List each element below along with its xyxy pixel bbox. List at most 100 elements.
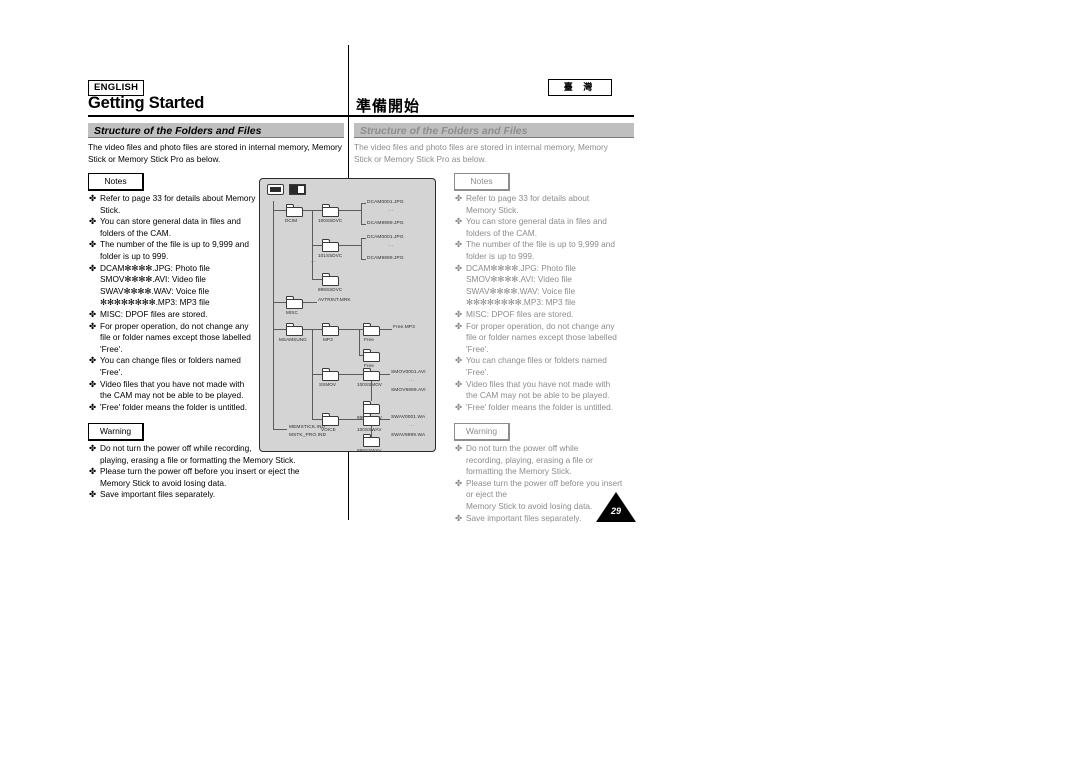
bullet-marker-icon: ✤ <box>455 443 463 453</box>
file-dcam-last-b: DCAM9999.JPG <box>367 256 404 261</box>
notes-label-left: Notes <box>88 173 144 191</box>
bullet-text-line: SWAV✻✻✻✻.WAV: Voice file <box>466 285 576 296</box>
bullet-text: Video files that you have not made with t… <box>100 379 265 402</box>
file-memstick-ind: MEMSTICK.IND <box>289 425 326 430</box>
folder-free-2 <box>363 349 380 362</box>
bullet-text: 'Free' folder means the folder is untitl… <box>466 402 631 414</box>
bullet-text-line: Memory Stick. <box>466 204 519 215</box>
bullet-text-line: You can store general data in files and <box>466 216 607 227</box>
bullet-text-line: recording, playing, erasing a file or <box>466 454 593 465</box>
bullet-text: Refer to page 33 for details about Memor… <box>100 193 265 216</box>
bullet-text: 'Free' folder means the folder is untitl… <box>100 402 265 414</box>
bullet-item: ✤ MISC: DPOF files are stored. <box>89 309 265 321</box>
folder-msamsung <box>286 323 303 336</box>
bullet-text-line: SMOV✻✻✻✻.AVI: Video file <box>100 274 206 285</box>
tree-line <box>303 302 317 303</box>
ellipsis-vertical: ⋮ <box>387 208 393 213</box>
tree-line <box>312 329 322 330</box>
bullet-marker-icon: ✤ <box>89 466 97 477</box>
bullet-text-line: The number of the file is up to 9,999 an… <box>466 239 615 250</box>
folder-999ssdvc <box>322 273 339 286</box>
bullet-item: ✤ You can store general data in files and… <box>89 216 265 239</box>
file-dcam-first-a: DCAM0001.JPG <box>367 200 404 205</box>
bullet-text-line: folder is up to 999. <box>466 250 535 261</box>
bullet-text-line: the CAM may not be able to be played. <box>100 390 244 401</box>
bullet-text-line: Video files that you have not made with <box>466 378 611 389</box>
tree-line <box>273 429 287 430</box>
file-dcam-last-a: DCAM9999.JPG <box>367 221 404 226</box>
bullet-text: The number of the file is up to 9,999 an… <box>466 239 631 262</box>
folder-label-misc: MISC <box>286 310 298 315</box>
bullet-text: For proper operation, do not change any f… <box>466 321 631 356</box>
bullet-item: ✤ You can change files or folders named 'F… <box>455 355 631 378</box>
bullet-marker-icon: ✤ <box>89 320 97 331</box>
bullet-text-line: folders of the CAM. <box>466 227 538 238</box>
tree-line <box>312 419 322 420</box>
file-smov-first: SMOV0001.AVI <box>391 370 426 375</box>
bullet-text-line: 'Free' folder means the folder is untitl… <box>100 401 248 412</box>
file-swav-first: SWAV0001.WA <box>391 415 426 420</box>
bullet-text-line: 'Free' folder means the folder is untitl… <box>466 401 614 412</box>
tree-line <box>361 259 366 260</box>
ellipsis-vertical: ⋮ <box>408 423 414 428</box>
intro-paragraph-right: The video files and photo files are stor… <box>354 142 608 164</box>
bullet-item: ✤ The number of the file is up to 9,999 a… <box>455 239 631 262</box>
bullet-text-line: The number of the file is up to 9,999 an… <box>100 239 249 250</box>
ellipsis-vertical: ⋮ <box>408 378 414 383</box>
bullet-text: You can store general data in files and f… <box>466 216 631 239</box>
file-smov-last: SMOV9999.AVI <box>391 388 426 393</box>
bullet-item: ✤ Refer to page 33 for details about Memor… <box>455 193 631 216</box>
bullet-marker-icon: ✤ <box>455 401 463 412</box>
bullet-text-line: DCAM✻✻✻✻.JPG: Photo file <box>100 262 210 273</box>
bullet-text-line: 'Free'. <box>466 366 489 377</box>
bullet-text-line: Do not turn the power off while <box>466 443 579 453</box>
bullet-text: Video files that you have not made with t… <box>466 379 631 402</box>
notes-list-right: ✤ Refer to page 33 for details about Memor… <box>455 193 631 413</box>
bullet-text-line: file or folder names except those labell… <box>100 332 251 343</box>
folder-101ssdvc <box>322 239 339 252</box>
tree-line <box>359 329 360 355</box>
bullet-text: You can change files or folders named 'Fr… <box>100 355 265 378</box>
folder-999sswav <box>363 434 380 447</box>
folder-label-999ssdvc: 999SSDVC <box>318 287 343 292</box>
tree-line <box>339 329 359 330</box>
folder-label-msamsung: MSAMSUNG <box>279 337 307 342</box>
folder-ssmov <box>322 368 339 381</box>
manual-page: ENGLISH 臺 灣 Getting Started 準備開始 Structu… <box>0 0 1080 764</box>
ellipsis-vertical: ⋮ <box>310 259 316 264</box>
bullet-text-line: SWAV✻✻✻✻.WAV: Voice file <box>100 285 210 296</box>
bullet-text-line: formatting the Memory Stick. <box>466 466 572 477</box>
tree-line <box>380 374 390 375</box>
file-mstk-pro-ind: MSTK_PRO.IND <box>289 433 327 438</box>
bullet-item: ✤ The number of the file is up to 9,999 a… <box>89 239 265 262</box>
page-title-english: Getting Started <box>88 94 205 112</box>
bullet-marker-icon: ✤ <box>455 512 463 523</box>
bullet-text-line: 'Free'. <box>100 343 123 354</box>
folder-label-dcim: DCIM <box>285 218 298 223</box>
tree-line <box>361 203 366 204</box>
bullet-item: ✤ Do not turn the power off while recordin… <box>455 443 631 478</box>
notes-list-left: ✤ Refer to page 33 for details about Memo… <box>89 193 265 413</box>
bullet-marker-icon: ✤ <box>89 401 97 412</box>
bullet-marker-icon: ✤ <box>455 320 463 331</box>
folder-free-1 <box>363 323 380 336</box>
folder-100ssdvc <box>322 204 339 217</box>
bullet-marker-icon: ✤ <box>89 262 97 273</box>
folder-mp3 <box>322 323 339 336</box>
bullet-text-line: file or folder names except those labell… <box>466 332 617 343</box>
bullet-text: DCAM✻✻✻✻.JPG: Photo file SMOV✻✻✻✻.AVI: Vi… <box>100 263 265 309</box>
folder-label-free-1: Free <box>364 337 374 342</box>
bullet-text-line: the CAM may not be able to be played. <box>466 390 610 401</box>
bullet-text: Please turn the power off before you ins… <box>100 466 304 489</box>
bullet-text: Do not turn the power off while recording… <box>466 443 631 478</box>
tree-line <box>361 238 362 259</box>
ellipsis-vertical: ⋮ <box>369 383 375 388</box>
bullet-marker-icon: ✤ <box>455 378 463 389</box>
bullet-marker-icon: ✤ <box>89 378 97 389</box>
tree-line <box>339 419 363 420</box>
page-number: 29 <box>610 506 621 516</box>
bullet-text-line: Save important files separately. <box>100 489 216 500</box>
tree-line <box>380 419 390 420</box>
tree-line <box>312 374 322 375</box>
folder-dcim <box>286 204 303 217</box>
